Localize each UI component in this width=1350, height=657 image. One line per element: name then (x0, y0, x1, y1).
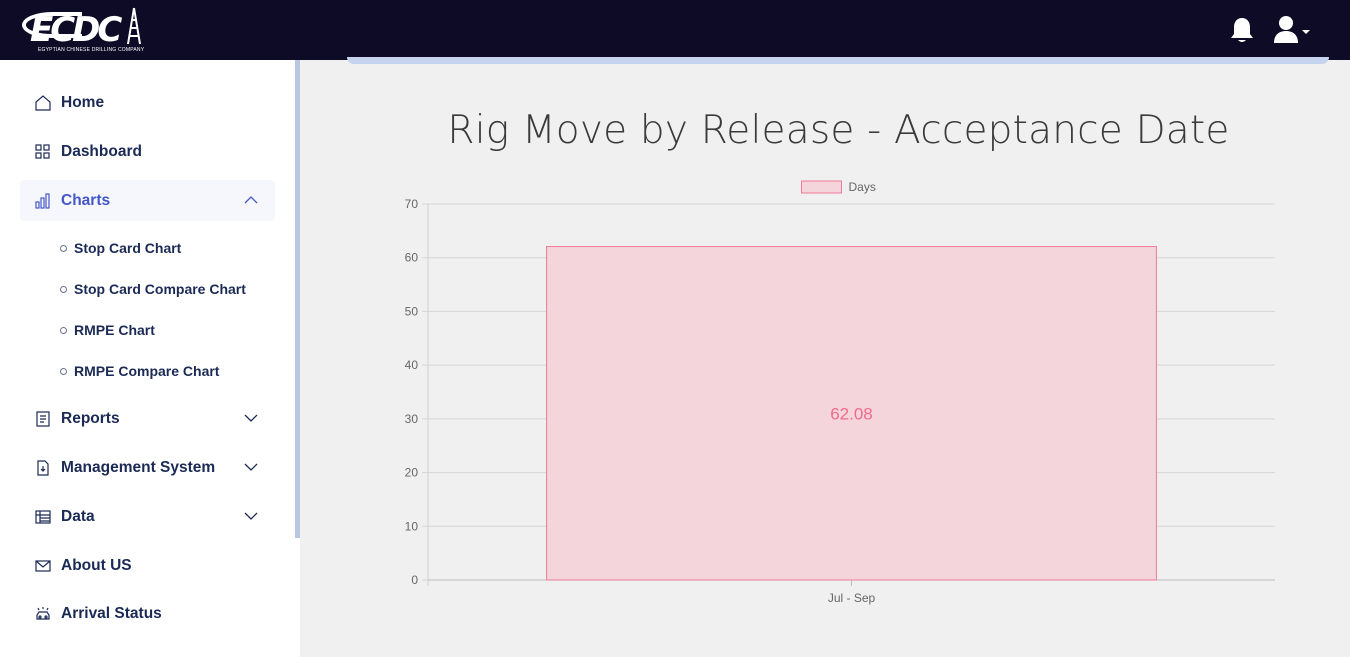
sidebar-subitem-label: RMPE Chart (74, 322, 155, 338)
sidebar-item-management-system[interactable]: Management System (20, 447, 275, 488)
sidebar-subitem-stop-card-chart[interactable]: Stop Card Chart (60, 236, 181, 260)
envelope-icon (32, 555, 54, 577)
chevron-down-icon (244, 463, 258, 471)
logo-subtitle: EGYPTIAN CHINESE DRILLING COMPANY (38, 47, 145, 53)
chart: 0 10 20 30 40 50 60 70 62.08 Jul - Sep Days (405, 180, 1275, 605)
bullet-icon (60, 244, 67, 252)
sidebar-item-label: Arrival Status (61, 604, 162, 622)
sidebar-item-about-us[interactable]: About US (20, 545, 275, 586)
y-tick-label: 0 (411, 573, 418, 587)
report-icon (32, 408, 54, 430)
top-navbar: ECDC EGYPTIAN CHINESE DRILLING COMPANY (0, 0, 1350, 60)
home-icon (32, 92, 54, 114)
sidebar-item-label: Charts (61, 191, 111, 209)
bullet-icon (60, 367, 67, 375)
grid-icon (32, 141, 54, 163)
sidebar-subitem-label: Stop Card Chart (74, 240, 182, 256)
sidebar-item-data[interactable]: Data (20, 496, 275, 537)
document-download-icon (32, 457, 54, 479)
user-menu-icon[interactable] (1271, 15, 1311, 45)
sidebar-subitem-rmpe-compare-chart[interactable]: RMPE Compare Chart (60, 359, 219, 383)
sidebar-item-label: About US (61, 556, 132, 574)
sidebar-subitem-stop-card-compare-chart[interactable]: Stop Card Compare Chart (60, 277, 246, 301)
chevron-up-icon (244, 196, 258, 204)
sidebar-item-dashboard[interactable]: Dashboard (20, 131, 275, 172)
y-tick-label: 70 (405, 197, 419, 211)
legend-swatch (801, 180, 842, 194)
y-tick-label: 50 (405, 304, 419, 318)
bar-chart-icon (32, 190, 54, 212)
legend-label: Days (849, 180, 876, 194)
y-tick-label: 60 (405, 251, 419, 265)
sidebar-subitem-rmpe-chart[interactable]: RMPE Chart (60, 318, 155, 342)
sidebar-item-label: Home (61, 93, 105, 111)
oil-rig-icon (127, 7, 141, 45)
logo-text: ECDC (30, 10, 122, 50)
sidebar-subitem-label: Stop Card Compare Chart (74, 281, 246, 297)
y-tick-label: 20 (405, 466, 419, 480)
card-bottom-edge (347, 57, 1329, 64)
sidebar-item-label: Dashboard (61, 142, 142, 160)
chevron-down-icon (244, 414, 258, 422)
y-tick-label: 30 (405, 412, 419, 426)
bullet-icon (60, 326, 67, 334)
chevron-down-icon (244, 512, 258, 520)
page-title: Rig Move by Release - Acceptance Date (447, 108, 1230, 153)
sidebar-item-label: Management System (61, 458, 216, 476)
car-alert-icon (32, 603, 54, 625)
sidebar-item-reports[interactable]: Reports (20, 398, 275, 439)
sidebar-subitem-label: RMPE Compare Chart (74, 363, 220, 379)
sidebar-item-home[interactable]: Home (20, 82, 275, 123)
table-icon (32, 506, 54, 528)
bell-icon[interactable] (1229, 16, 1255, 44)
x-tick-label: Jul - Sep (828, 591, 876, 605)
company-logo[interactable]: ECDC EGYPTIAN CHINESE DRILLING COMPANY (22, 6, 146, 56)
bullet-icon (60, 285, 67, 293)
sidebar-item-label: Data (61, 507, 95, 525)
sidebar-item-arrival-status[interactable]: Arrival Status (20, 593, 275, 634)
data-label: 62.08 (830, 404, 873, 423)
sidebar-item-charts[interactable]: Charts (20, 180, 275, 221)
y-tick-label: 40 (405, 358, 419, 372)
y-tick-label: 10 (405, 519, 419, 533)
chevron-down-icon (1302, 30, 1310, 34)
sidebar-item-label: Reports (61, 409, 120, 427)
